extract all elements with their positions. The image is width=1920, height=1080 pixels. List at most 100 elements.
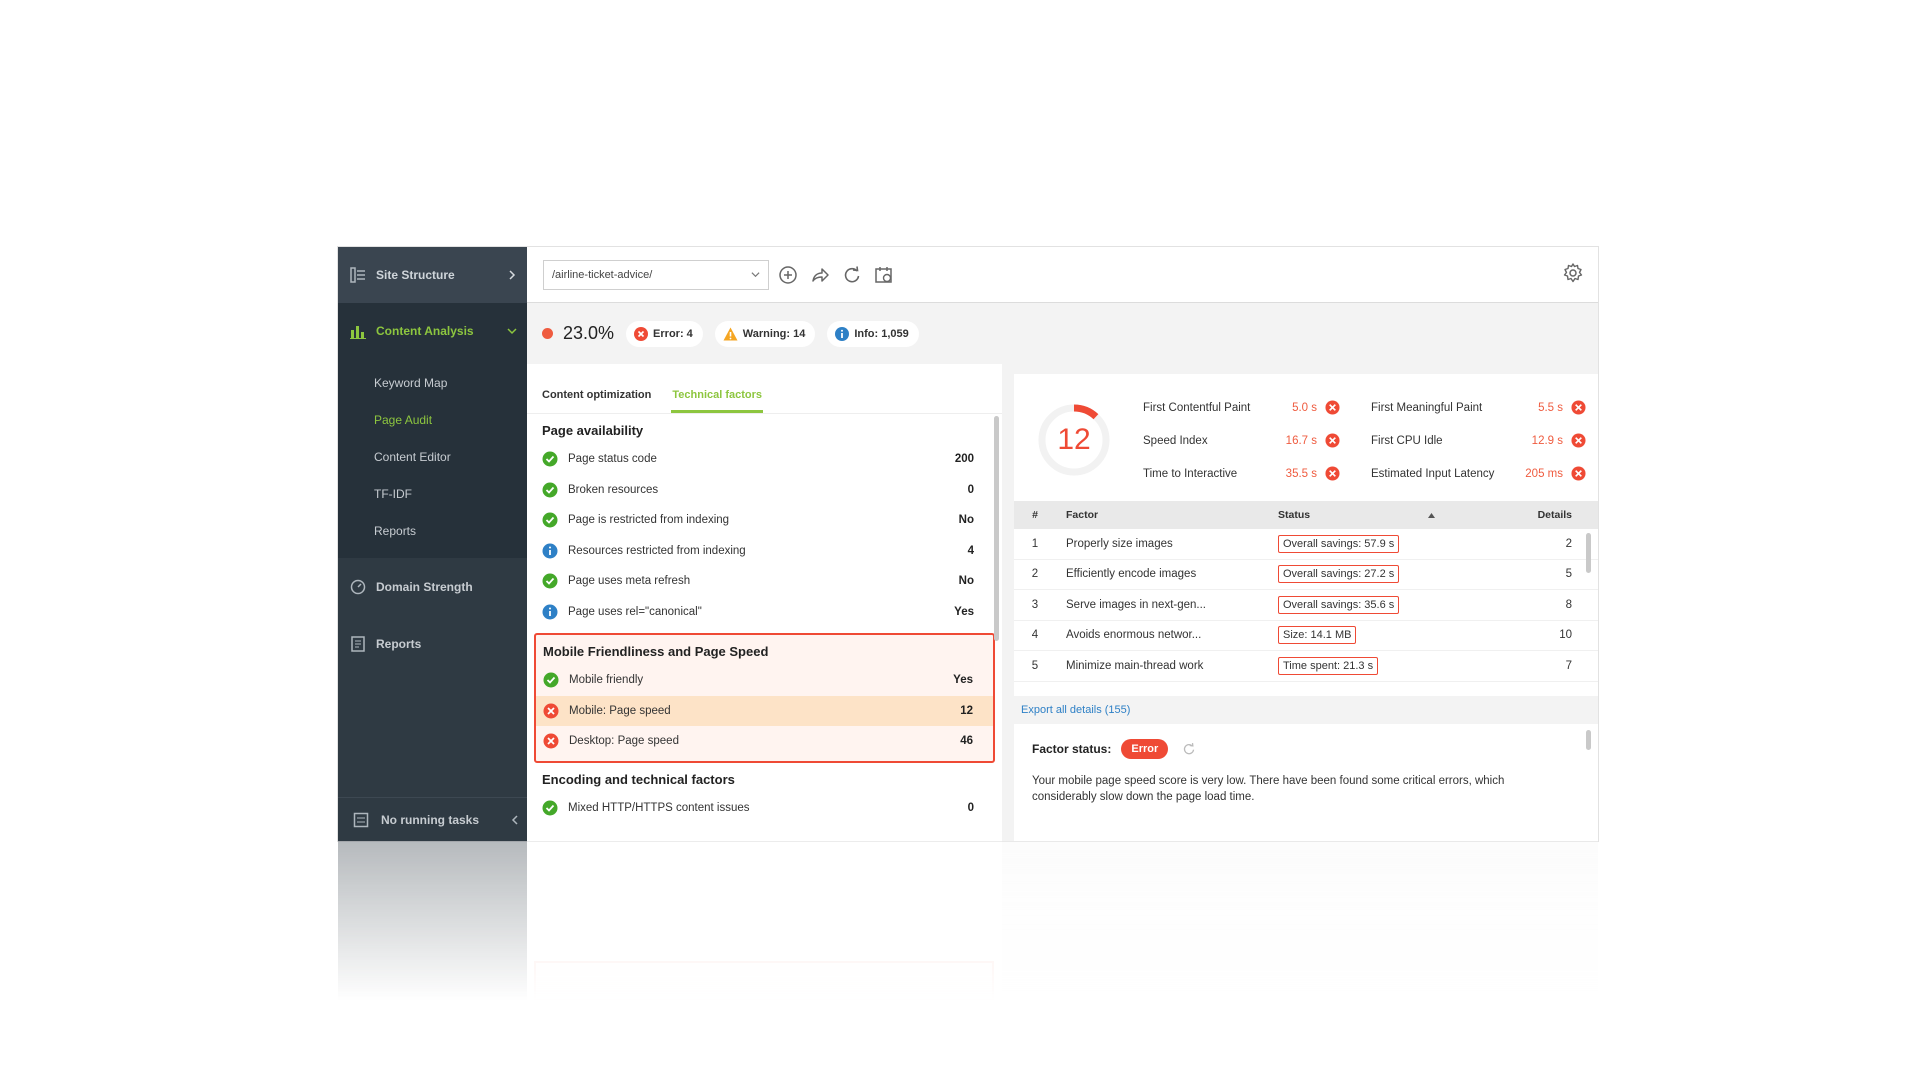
factor-row[interactable]: Page status code 200 xyxy=(527,444,1002,475)
sidebar-item-content-analysis[interactable]: Content Analysis xyxy=(338,303,527,359)
url-select[interactable]: /airline-ticket-advice/ xyxy=(543,259,769,290)
score-status-dot xyxy=(542,328,553,339)
info-filter[interactable]: Info: 1,059 xyxy=(827,320,919,347)
row-details: 5 xyxy=(1565,568,1572,581)
tab-technical-factors[interactable]: Technical factors xyxy=(671,389,764,413)
reflection-sidebar xyxy=(338,841,527,1001)
ok-check-icon xyxy=(542,800,558,816)
metric-label: Estimated Input Latency xyxy=(1371,467,1495,480)
factor-value: Yes xyxy=(954,605,974,618)
row-factor: Avoids enormous networ... xyxy=(1066,629,1202,642)
header-status-label: Status xyxy=(1278,509,1311,521)
sidebar-item-reports[interactable]: Reports xyxy=(338,615,527,672)
refresh-icon[interactable] xyxy=(839,262,865,288)
tab-content-optimization[interactable]: Content optimization xyxy=(542,389,651,413)
page-speed-metrics: 12 First Contentful Paint 5.0 s Speed In… xyxy=(1014,374,1598,501)
factor-value: 0 xyxy=(967,483,974,496)
row-num: 2 xyxy=(1031,568,1039,581)
table-row[interactable]: 5 Minimize main-thread work Time spent: … xyxy=(1014,651,1598,682)
row-factor: Minimize main-thread work xyxy=(1066,659,1204,672)
sidebar-subitem-keyword-map[interactable]: Keyword Map xyxy=(338,365,527,402)
info-icon xyxy=(835,326,850,341)
table-scrollbar[interactable] xyxy=(1586,533,1591,573)
factor-row[interactable]: Desktop: Page speed 46 xyxy=(536,726,993,757)
factor-row[interactable]: Page is restricted from indexing No xyxy=(527,505,1002,536)
reflection-content xyxy=(338,841,1598,1001)
table-row[interactable]: 2 Efficiently encode images Overall savi… xyxy=(1014,560,1598,590)
factor-value: 0 xyxy=(967,801,974,814)
export-details-link[interactable]: Export all details (155) xyxy=(1021,704,1130,716)
row-status: Overall savings: 35.6 s xyxy=(1278,595,1400,614)
sidebar-subitem-content-editor[interactable]: Content Editor xyxy=(338,439,527,476)
error-icon xyxy=(1571,466,1586,481)
details-panel: 12 First Contentful Paint 5.0 s Speed In… xyxy=(1014,374,1598,841)
row-num: 3 xyxy=(1031,598,1039,611)
error-icon xyxy=(1325,466,1340,481)
factor-name: Resources restricted from indexing xyxy=(568,544,746,557)
metric-value: 35.5 s xyxy=(1285,467,1317,480)
detail-scrollbar[interactable] xyxy=(1586,730,1591,750)
share-icon[interactable] xyxy=(807,262,833,288)
warning-count: Warning: 14 xyxy=(742,327,806,340)
info-icon xyxy=(542,604,558,620)
table-row[interactable]: 4 Avoids enormous networ... Size: 14.1 M… xyxy=(1014,621,1598,651)
header-factor[interactable]: Factor xyxy=(1056,509,1273,521)
sidebar-submenu: Keyword Map Page Audit Content Editor TF… xyxy=(338,359,527,558)
factor-value: 200 xyxy=(954,453,974,466)
tasks-panel[interactable]: No running tasks xyxy=(338,797,527,841)
refresh-icon[interactable] xyxy=(1182,742,1196,756)
opportunities-table: # Factor Status Details 1 Properly size … xyxy=(1014,501,1598,716)
error-filter[interactable]: Error: 4 xyxy=(626,320,703,347)
gauge-icon xyxy=(350,579,366,595)
factor-row-selected[interactable]: Mobile: Page speed 12 xyxy=(536,695,993,726)
metric-label: First Contentful Paint xyxy=(1143,401,1251,414)
factor-name: Page is restricted from indexing xyxy=(568,514,730,527)
sidebar-item-site-structure[interactable]: Site Structure xyxy=(338,247,527,303)
gear-icon[interactable] xyxy=(1562,262,1584,284)
row-status: Overall savings: 57.9 s xyxy=(1278,534,1400,553)
factors-scrollbar[interactable] xyxy=(994,416,999,641)
metric-time-to-interactive: Time to Interactive 35.5 s xyxy=(1143,466,1340,481)
sidebar-subitem-tf-idf[interactable]: TF-IDF xyxy=(338,476,527,513)
url-value: /airline-ticket-advice/ xyxy=(552,268,653,281)
row-num: 4 xyxy=(1031,629,1039,642)
factor-row[interactable]: Page uses meta refresh No xyxy=(527,566,1002,597)
page-speed-gauge: 12 xyxy=(1036,402,1112,478)
schedule-icon[interactable] xyxy=(871,262,897,288)
factor-value: 12 xyxy=(960,704,973,717)
row-status: Size: 14.1 MB xyxy=(1278,626,1357,645)
factor-row[interactable]: Mobile friendly Yes xyxy=(536,665,993,696)
factor-detail: Factor status: Error Your mobile page sp… xyxy=(1014,724,1598,841)
sidebar-item-domain-strength[interactable]: Domain Strength xyxy=(338,558,527,615)
content-analysis-icon xyxy=(350,323,366,339)
header-num: # xyxy=(1032,509,1038,521)
factor-row[interactable]: Page uses rel="canonical" Yes xyxy=(527,597,1002,628)
warning-filter[interactable]: Warning: 14 xyxy=(714,320,816,347)
factor-value: No xyxy=(958,514,974,527)
header-status[interactable]: Status xyxy=(1273,509,1445,521)
sidebar-subitem-page-audit[interactable]: Page Audit xyxy=(338,402,527,439)
factor-tabs: Content optimization Technical factors xyxy=(527,364,1002,414)
add-icon[interactable] xyxy=(775,262,801,288)
sidebar-subitem-reports[interactable]: Reports xyxy=(338,513,527,550)
page-speed-score: 12 xyxy=(1057,423,1091,456)
factor-status-row: Factor status: Error xyxy=(1032,739,1580,759)
ok-check-icon xyxy=(543,672,559,688)
audit-status-bar: 23.0% Error: 4 Warning: 14 Info: 1,059 xyxy=(527,303,1598,364)
row-num: 5 xyxy=(1031,659,1039,672)
chevron-down-icon xyxy=(507,326,517,336)
metric-value: 205 ms xyxy=(1525,467,1563,480)
factor-name: Desktop: Page speed xyxy=(569,735,679,748)
table-header: # Factor Status Details xyxy=(1014,501,1598,529)
tasks-status-label: No running tasks xyxy=(381,812,480,827)
header-details[interactable]: Details xyxy=(1445,509,1598,521)
sidebar: Site Structure Content Analysis Keyword … xyxy=(338,247,527,841)
table-row[interactable]: 3 Serve images in next-gen... Overall sa… xyxy=(1014,590,1598,621)
metric-speed-index: Speed Index 16.7 s xyxy=(1143,433,1340,448)
factor-row[interactable]: Resources restricted from indexing 4 xyxy=(527,536,1002,567)
factor-row[interactable]: Mixed HTTP/HTTPS content issues 0 xyxy=(527,793,1002,824)
table-row[interactable]: 1 Properly size images Overall savings: … xyxy=(1014,529,1598,560)
metric-value: 16.7 s xyxy=(1285,434,1317,447)
chevron-left-icon[interactable] xyxy=(511,814,519,825)
factor-row[interactable]: Broken resources 0 xyxy=(527,475,1002,506)
